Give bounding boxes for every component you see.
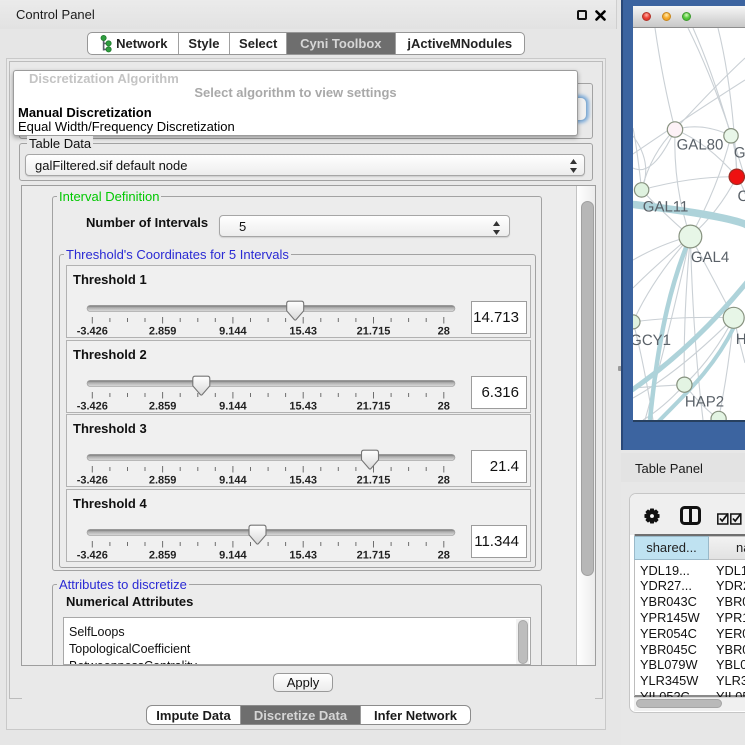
svg-text:GAL4: GAL4 (691, 249, 729, 266)
svg-text:GAL80: GAL80 (677, 136, 724, 153)
svg-text:2.859: 2.859 (149, 549, 177, 561)
svg-text:9.144: 9.144 (219, 400, 247, 412)
svg-text:HAP2: HAP2 (685, 394, 724, 411)
svg-text:15.43: 15.43 (289, 549, 317, 561)
svg-text:9.144: 9.144 (219, 474, 247, 486)
svg-text:-3.426: -3.426 (77, 549, 108, 561)
svg-text:2.859: 2.859 (149, 474, 177, 486)
svg-text:28: 28 (438, 325, 450, 337)
svg-text:GAL11: GAL11 (643, 199, 689, 216)
svg-text:15.43: 15.43 (289, 474, 317, 486)
svg-text:GAL7: GAL7 (734, 144, 745, 161)
svg-text:28: 28 (438, 400, 450, 412)
svg-text:CDC1: CDC1 (738, 188, 745, 205)
svg-text:2.859: 2.859 (149, 325, 177, 337)
svg-text:28: 28 (438, 549, 450, 561)
svg-text:9.144: 9.144 (219, 549, 247, 561)
svg-text:-3.426: -3.426 (77, 400, 108, 412)
svg-text:2.859: 2.859 (149, 400, 177, 412)
svg-text:28: 28 (438, 474, 450, 486)
svg-text:21.715: 21.715 (357, 325, 391, 337)
svg-text:21.715: 21.715 (357, 400, 391, 412)
svg-text:9.144: 9.144 (219, 325, 247, 337)
svg-text:-3.426: -3.426 (77, 325, 108, 337)
svg-text:21.715: 21.715 (357, 549, 391, 561)
svg-text:15.43: 15.43 (289, 325, 317, 337)
svg-text:-3.426: -3.426 (77, 474, 108, 486)
svg-text:GCY1: GCY1 (633, 332, 671, 349)
svg-text:21.715: 21.715 (357, 474, 391, 486)
svg-text:15.43: 15.43 (289, 400, 317, 412)
svg-text:HIS4: HIS4 (736, 331, 745, 348)
